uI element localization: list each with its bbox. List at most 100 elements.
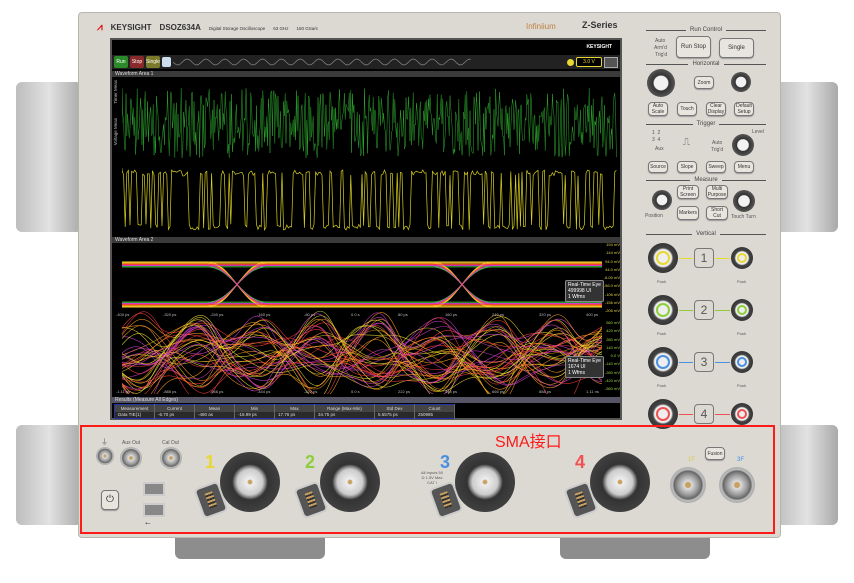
results-header[interactable]: Mean [195,405,235,412]
short-cut-button[interactable]: Short Cut [706,206,728,220]
channel-4-button[interactable]: 4 [694,404,714,424]
x-tick-label: 222 ps [398,389,410,394]
trigger-level-knob[interactable] [732,134,754,156]
results-table: Measurement Current Mean Min Max Range (Max-M… [114,404,455,419]
eye1-trace [122,263,602,306]
channel-3-button[interactable]: 3 [694,352,714,372]
eye1-trace [122,266,602,304]
results-header[interactable]: Measurement [115,405,155,412]
push-label: Push [737,331,746,336]
eye1-trace [122,263,602,306]
print-screen-button[interactable]: Print Screen [677,185,699,199]
y-tick-label: -206 mV [605,308,620,313]
horizontal-scale-knob[interactable] [647,69,675,97]
zoom-button[interactable]: Zoom [694,76,714,89]
product-line: Infiniium [526,22,556,31]
section-title: Trigger [693,121,720,127]
horizontal-position-knob[interactable] [731,72,751,92]
channel-3-offset-knob[interactable] [731,351,753,373]
position-knob[interactable] [652,190,672,210]
section-title: Vertical [692,231,720,237]
y-tick-label: -106 mV [605,292,620,297]
eye2-trace [122,317,602,378]
waveform-area-2 [122,244,602,394]
results-header[interactable]: Count [415,405,455,412]
results-cell: -16.99 ps [235,412,275,419]
channel-2-scale-knob[interactable] [648,295,678,325]
left-rack-handle [16,82,82,232]
channel-4-offset-knob[interactable] [731,403,753,425]
eye1-info: Real-Time Eye 499998 UI 1 Wfms [565,280,604,302]
clear-display-button[interactable]: Clear Display [706,102,726,116]
touch-turn-knob[interactable] [733,190,755,212]
channel-2-offset-knob[interactable] [731,299,753,321]
y-tick-label: -280 mV [605,370,620,375]
source-button[interactable]: Source [648,161,668,173]
channel-2-noise-trace [122,88,616,158]
x-tick-label: -1.11 ns [116,389,130,394]
y-tick-label: -156 mV [605,300,620,305]
menu-button[interactable]: Menu [734,161,754,173]
results-cell: 250985 [415,412,455,419]
eye1-trace [122,262,602,307]
auto-scale-button[interactable]: Auto Scale [648,102,668,116]
measure-section: Measure [646,180,766,181]
channel-2-link-line [679,310,693,311]
trigger-edge-icon[interactable] [604,57,618,68]
eye1-trace [122,266,602,304]
touch-turn-label: Touch Turn [731,214,756,220]
sweep-button[interactable]: Sweep [706,161,726,173]
channel-1-link-line [715,258,730,259]
results-header[interactable]: Range (Max-Min) [315,405,375,412]
x-tick-label: -888 ps [163,389,176,394]
single-button[interactable]: Single [146,56,160,68]
stop-button[interactable]: Stop [130,56,144,68]
keysight-logo-icon: ⩘ [97,22,103,33]
eye1-trace [122,262,602,307]
touch-button[interactable]: Touch [677,102,697,116]
display-screen[interactable]: KEYSIGHT Run Stop Single 3.0 V Waveform … [110,38,622,420]
channel-2-button[interactable]: 2 [694,300,714,320]
channel-4-link-line [679,414,693,415]
y-tick-label: 44.0 mV [605,267,620,272]
run-button[interactable]: Run [114,56,128,68]
results-header[interactable]: Current [155,405,195,412]
right-rack-handle-lower [776,425,838,525]
right-foot [560,535,710,559]
channel-1-scale-knob[interactable] [648,243,678,273]
multi-purpose-button[interactable]: Multi Purpose [706,185,728,199]
markers-button[interactable]: Markers [677,206,699,220]
push-label: Push [657,383,666,388]
results-header[interactable]: Min [235,405,275,412]
run-stop-button[interactable]: Run Stop [676,36,711,58]
results-row[interactable]: Data TIE(1) -6.70 ps -480 as -16.99 ps 17.76… [115,412,455,419]
model-description: Digital Storage Oscilloscope [209,26,265,31]
channel-1-offset-knob[interactable] [731,247,753,269]
side-tab-voltage[interactable]: Voltage Meas [113,118,118,145]
trigger-level[interactable]: 3.0 V [576,57,602,67]
eye1-trace [122,266,602,304]
trigger-channels: 1 23 4 [652,130,660,144]
eye1-trace [122,264,602,304]
tools-icon[interactable] [162,57,171,67]
series-name: Z-Series [582,20,618,30]
bandwidth: 63 GHz [273,26,288,31]
slope-button[interactable]: Slope [677,161,697,173]
eye1-trace [122,262,602,307]
trigger-slope-icon: ⎍ [683,137,690,148]
channel-1-button[interactable]: 1 [694,248,714,268]
run-control-section: Run Control [646,30,766,31]
results-header[interactable]: Std Dev [375,405,415,412]
side-tab-timer[interactable]: Timer Meas [113,80,118,104]
trigger-aux: Aux [655,146,664,152]
default-setup-button[interactable]: Default Setup [734,102,754,116]
eye1-trace [122,263,602,306]
single-panel-button[interactable]: Single [719,38,754,58]
results-header[interactable]: Max [275,405,315,412]
x-tick-label: 160 ps [445,312,457,317]
results-cell: 5.5575 ps [375,412,415,419]
annotation-label: SMA接口 [495,428,562,452]
model-name: DSOZ634A [160,23,201,32]
vertical-section: Vertical [646,234,766,235]
channel-3-scale-knob[interactable] [648,347,678,377]
